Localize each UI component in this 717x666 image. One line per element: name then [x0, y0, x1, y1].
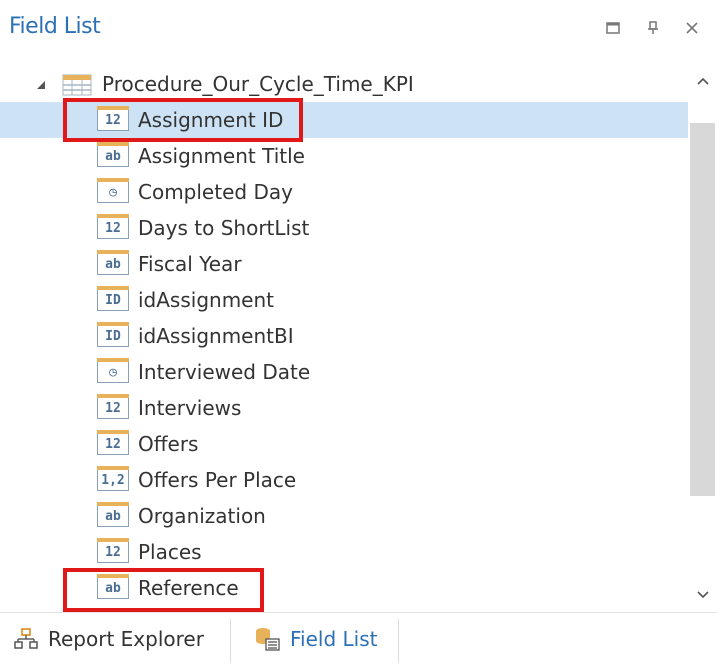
highlight-box-reference [63, 568, 264, 612]
field-label: Places [138, 540, 202, 564]
field-label: Interviewed Date [138, 360, 311, 384]
field-label: Organization [138, 504, 266, 528]
panel-header: Field List [0, 0, 717, 62]
numeric-field-icon: 12 [96, 394, 129, 419]
date-field-icon: ◷ [96, 178, 129, 203]
highlight-box-assignment-id [63, 98, 303, 142]
field-label: Offers Per Place [138, 468, 297, 492]
pin-icon [648, 21, 658, 34]
id-field-icon: ID [96, 286, 129, 311]
chevron-up-icon [696, 77, 709, 85]
field-label: Completed Day [138, 180, 293, 204]
field-label: Interviews [138, 396, 242, 420]
tab-separator [398, 619, 399, 663]
close-icon [686, 22, 698, 34]
field-row-interviews[interactable]: 12 Interviews [0, 390, 688, 426]
decimal-field-icon: 1,2 [96, 466, 129, 491]
maximize-icon [606, 22, 620, 34]
report-explorer-icon [14, 628, 38, 649]
field-row-organization[interactable]: ab Organization [0, 498, 688, 534]
chevron-down-icon [696, 591, 709, 599]
tab-report-explorer[interactable]: Report Explorer [14, 613, 204, 665]
field-tree: Procedure_Our_Cycle_Time_KPI 12 Assignme… [0, 66, 688, 610]
field-label: Days to ShortList [138, 216, 310, 240]
field-row-completed-day[interactable]: ◷ Completed Day [0, 174, 688, 210]
field-row-fiscal-year[interactable]: ab Fiscal Year [0, 246, 688, 282]
field-row-idassignment[interactable]: ID idAssignment [0, 282, 688, 318]
field-row-interviewed-date[interactable]: ◷ Interviewed Date [0, 354, 688, 390]
field-row-idassignmentbi[interactable]: ID idAssignmentBI [0, 318, 688, 354]
close-button[interactable] [682, 18, 702, 38]
field-row-assignment-title[interactable]: ab Assignment Title [0, 138, 688, 174]
panel-title: Field List [9, 14, 101, 39]
tab-label: Field List [290, 627, 378, 651]
scroll-down-button[interactable] [688, 580, 717, 610]
pin-button[interactable] [643, 18, 663, 38]
field-label: idAssignmentBI [138, 324, 294, 348]
scroll-thumb[interactable] [690, 123, 715, 496]
tab-label: Report Explorer [48, 627, 204, 651]
field-list-icon [256, 628, 280, 651]
date-field-icon: ◷ [96, 358, 129, 383]
tree-root-label: Procedure_Our_Cycle_Time_KPI [102, 72, 414, 96]
table-icon [62, 74, 92, 96]
field-row-offers[interactable]: 12 Offers [0, 426, 688, 462]
collapse-arrow-icon[interactable] [36, 80, 46, 90]
field-row-days-to-shortlist[interactable]: 12 Days to ShortList [0, 210, 688, 246]
tab-separator [230, 619, 231, 663]
field-label: Assignment Title [138, 144, 305, 168]
scroll-up-button[interactable] [688, 66, 717, 96]
tree-root-row[interactable]: Procedure_Our_Cycle_Time_KPI [0, 66, 688, 102]
text-field-icon: ab [96, 250, 129, 275]
maximize-button[interactable] [603, 18, 623, 38]
field-label: Offers [138, 432, 199, 456]
numeric-field-icon: 12 [96, 538, 129, 563]
panel-footer-tabs: Report Explorer Field List [0, 612, 717, 666]
numeric-field-icon: 12 [96, 430, 129, 455]
field-row-offers-per-place[interactable]: 1,2 Offers Per Place [0, 462, 688, 498]
text-field-icon: ab [96, 502, 129, 527]
text-field-icon: ab [96, 142, 129, 167]
field-label: Fiscal Year [138, 252, 242, 276]
vertical-scrollbar[interactable] [688, 66, 717, 610]
id-field-icon: ID [96, 322, 129, 347]
field-label: idAssignment [138, 288, 275, 312]
tab-field-list[interactable]: Field List [254, 613, 377, 665]
numeric-field-icon: 12 [96, 214, 129, 239]
field-row-places[interactable]: 12 Places [0, 534, 688, 570]
